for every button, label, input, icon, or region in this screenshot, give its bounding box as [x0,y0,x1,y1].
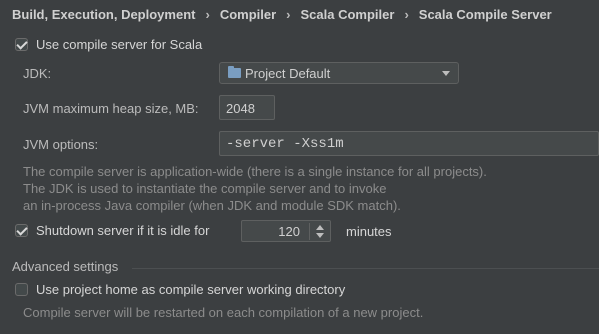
shutdown-label[interactable]: Shutdown server if it is idle for [36,223,209,238]
jdk-dropdown[interactable]: Project Default [219,62,459,84]
heap-label: JVM maximum heap size, MB: [23,101,199,116]
use-compile-server-checkbox[interactable] [15,38,28,51]
breadcrumb-item[interactable]: Compiler [220,7,276,22]
shutdown-checkbox[interactable] [15,224,28,237]
breadcrumb-item[interactable]: Build, Execution, Deployment [12,7,195,22]
breadcrumb-item[interactable]: Scala Compiler [301,7,395,22]
use-project-home-label[interactable]: Use project home as compile server worki… [36,282,345,297]
jvm-options-input[interactable]: -server -Xss1m [219,131,599,156]
heap-size-input[interactable]: 2048 [219,95,275,120]
use-project-home-checkbox[interactable] [15,283,28,296]
chevron-right-icon: › [404,7,409,22]
restart-note: Compile server will be restarted on each… [23,305,424,320]
folder-icon [228,66,241,78]
chevron-right-icon: › [286,7,291,22]
idle-minutes-spinner[interactable]: 120 [241,220,331,242]
section-divider [132,268,599,269]
breadcrumb: Build, Execution, Deployment › Compiler › Sc… [12,7,552,22]
help-text-line: The compile server is application-wide (… [23,164,487,179]
spinner-up-icon[interactable] [316,225,324,230]
use-compile-server-label[interactable]: Use compile server for Scala [36,37,202,52]
spinner-divider [309,223,310,240]
jdk-label: JDK: [23,66,52,81]
help-text-line: The JDK is used to instantiate the compi… [23,181,387,196]
minutes-label: minutes [346,224,392,239]
idle-minutes-value: 120 [278,224,300,239]
advanced-settings-title: Advanced settings [12,259,119,274]
help-text-line: an in-process Java compiler (when JDK an… [23,198,401,213]
breadcrumb-item: Scala Compile Server [418,7,552,22]
chevron-right-icon: › [205,7,210,22]
chevron-down-icon [442,71,450,76]
jvm-options-label: JVM options: [23,137,99,152]
jdk-value: Project Default [245,66,331,81]
spinner-down-icon[interactable] [316,233,324,238]
